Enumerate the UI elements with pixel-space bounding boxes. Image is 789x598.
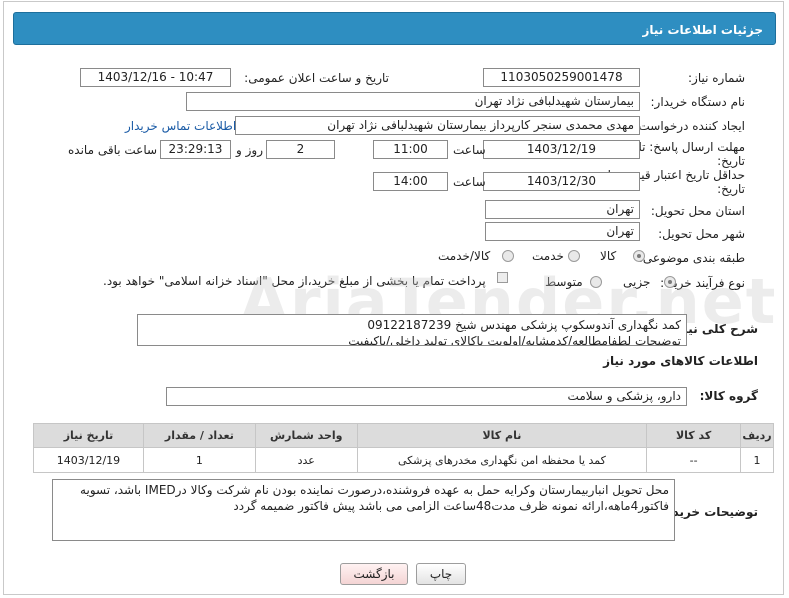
goods-group-field[interactable]: دارو، پزشکی و سلامت [166, 387, 687, 406]
buyer-notes-line-1: محل تحویل انباربیمارستان وکرایه حمل به ع… [80, 483, 669, 497]
remaining-time-field[interactable]: 23:29:13 [160, 140, 231, 159]
col-header-qty: تعداد / مقدار [142, 423, 256, 448]
need-summary-line-1: کمد نگهداری آندوسکوپ پزشکی مهندس شیخ 091… [367, 318, 681, 332]
treasury-payment-note: پرداخت تمام یا بخشی از مبلغ خرید،از محل … [103, 274, 486, 288]
need-number-field[interactable]: 1103050259001478 [483, 68, 640, 87]
back-button[interactable]: بازگشت [340, 563, 408, 585]
treasury-checkbox[interactable] [497, 272, 508, 283]
announce-datetime-field[interactable]: 1403/12/16 - 10:47 [80, 68, 231, 87]
need-summary-line-2: توضیحات لطفامطالعه/کدمشابه/اولویت باکالا… [348, 334, 681, 346]
page-header: جزئیات اطلاعات نیاز [13, 12, 776, 45]
purchase-radio-medium[interactable] [590, 276, 602, 288]
category-radio-goods[interactable] [633, 250, 645, 262]
buyer-notes-line-2: فاکتور4ماهه،ارائه نمونه ظرف مدت48ساعت ال… [233, 499, 669, 513]
price-validity-time[interactable]: 14:00 [373, 172, 448, 191]
page-title: جزئیات اطلاعات نیاز [642, 23, 763, 37]
purchase-option-medium: متوسط [545, 275, 583, 289]
province-field[interactable]: تهران [485, 200, 640, 219]
days-label: روز و [236, 143, 263, 157]
reply-deadline-time[interactable]: 11:00 [373, 140, 448, 159]
buyer-notes-box[interactable]: محل تحویل انباربیمارستان وکرایه حمل به ع… [52, 479, 675, 541]
cell-row-no: 1 [740, 447, 774, 473]
cell-name: کمد یا محفظه امن نگهداری مخدرهای پزشکی [356, 447, 648, 473]
reply-deadline-label-2: تاریخ: [717, 154, 745, 168]
table-header-row: ردیف کد کالا نام کالا واحد شمارش تعداد /… [33, 423, 774, 448]
category-radio-goods-service[interactable] [502, 250, 514, 262]
requester-label: ایجاد کننده درخواست: [634, 119, 745, 133]
category-option-goods: کالا [600, 249, 617, 263]
col-header-date: تاریخ نیاز [33, 423, 144, 448]
reply-deadline-date[interactable]: 1403/12/19 [483, 140, 640, 159]
announce-datetime-label: تاریخ و ساعت اعلان عمومی: [244, 71, 389, 85]
table-row[interactable]: 1 -- کمد یا محفظه امن نگهداری مخدرهای پز… [33, 447, 774, 473]
category-radio-service[interactable] [568, 250, 580, 262]
goods-info-title: اطلاعات کالاهای مورد نیاز [603, 354, 758, 368]
requester-field[interactable]: مهدی محمدی سنجر کارپرداز بیمارستان شهیدل… [235, 116, 640, 135]
col-header-name: نام کالا [356, 423, 648, 448]
cell-unit: عدد [254, 447, 358, 473]
cell-date: 1403/12/19 [33, 447, 144, 473]
col-header-unit: واحد شمارش [254, 423, 358, 448]
reply-deadline-label: مهلت ارسال پاسخ: تا [638, 140, 745, 154]
price-time-label: ساعت [453, 175, 486, 189]
city-label: شهر محل تحویل: [658, 227, 745, 241]
remaining-time-label: ساعت باقی مانده [68, 143, 158, 157]
category-option-goods-service: کالا/خدمت [438, 249, 491, 263]
col-header-row-no: ردیف [740, 423, 774, 448]
print-button[interactable]: چاپ [416, 563, 466, 585]
goods-group-label: گروه کالا: [699, 389, 758, 403]
need-number-label: شماره نیاز: [688, 71, 745, 85]
reply-days-field[interactable]: 2 [266, 140, 335, 159]
category-option-service: خدمت [532, 249, 564, 263]
buyer-contact-link[interactable]: اطلاعات تماس خریدار [125, 119, 236, 133]
need-summary-box[interactable]: کمد نگهداری آندوسکوپ پزشکی مهندس شیخ 091… [137, 314, 687, 346]
reply-time-label: ساعت [453, 143, 486, 157]
purchase-option-minor: جزیی [623, 275, 651, 289]
buyer-org-label: نام دستگاه خریدار: [650, 95, 746, 109]
province-label: استان محل تحویل: [650, 204, 745, 218]
buyer-org-field[interactable]: بیمارستان شهیدلبافی نژاد تهران [186, 92, 640, 111]
cell-code: -- [646, 447, 742, 473]
category-label: طبقه بندی موضوعی: [638, 251, 745, 265]
cell-qty: 1 [142, 447, 256, 473]
col-header-code: کد کالا [646, 423, 742, 448]
price-validity-date[interactable]: 1403/12/30 [483, 172, 640, 191]
purchase-radio-minor[interactable] [664, 276, 676, 288]
city-field[interactable]: تهران [485, 222, 640, 241]
price-validity-label-2: تاریخ: [717, 182, 745, 196]
goods-table: ردیف کد کالا نام کالا واحد شمارش تعداد /… [33, 423, 774, 473]
